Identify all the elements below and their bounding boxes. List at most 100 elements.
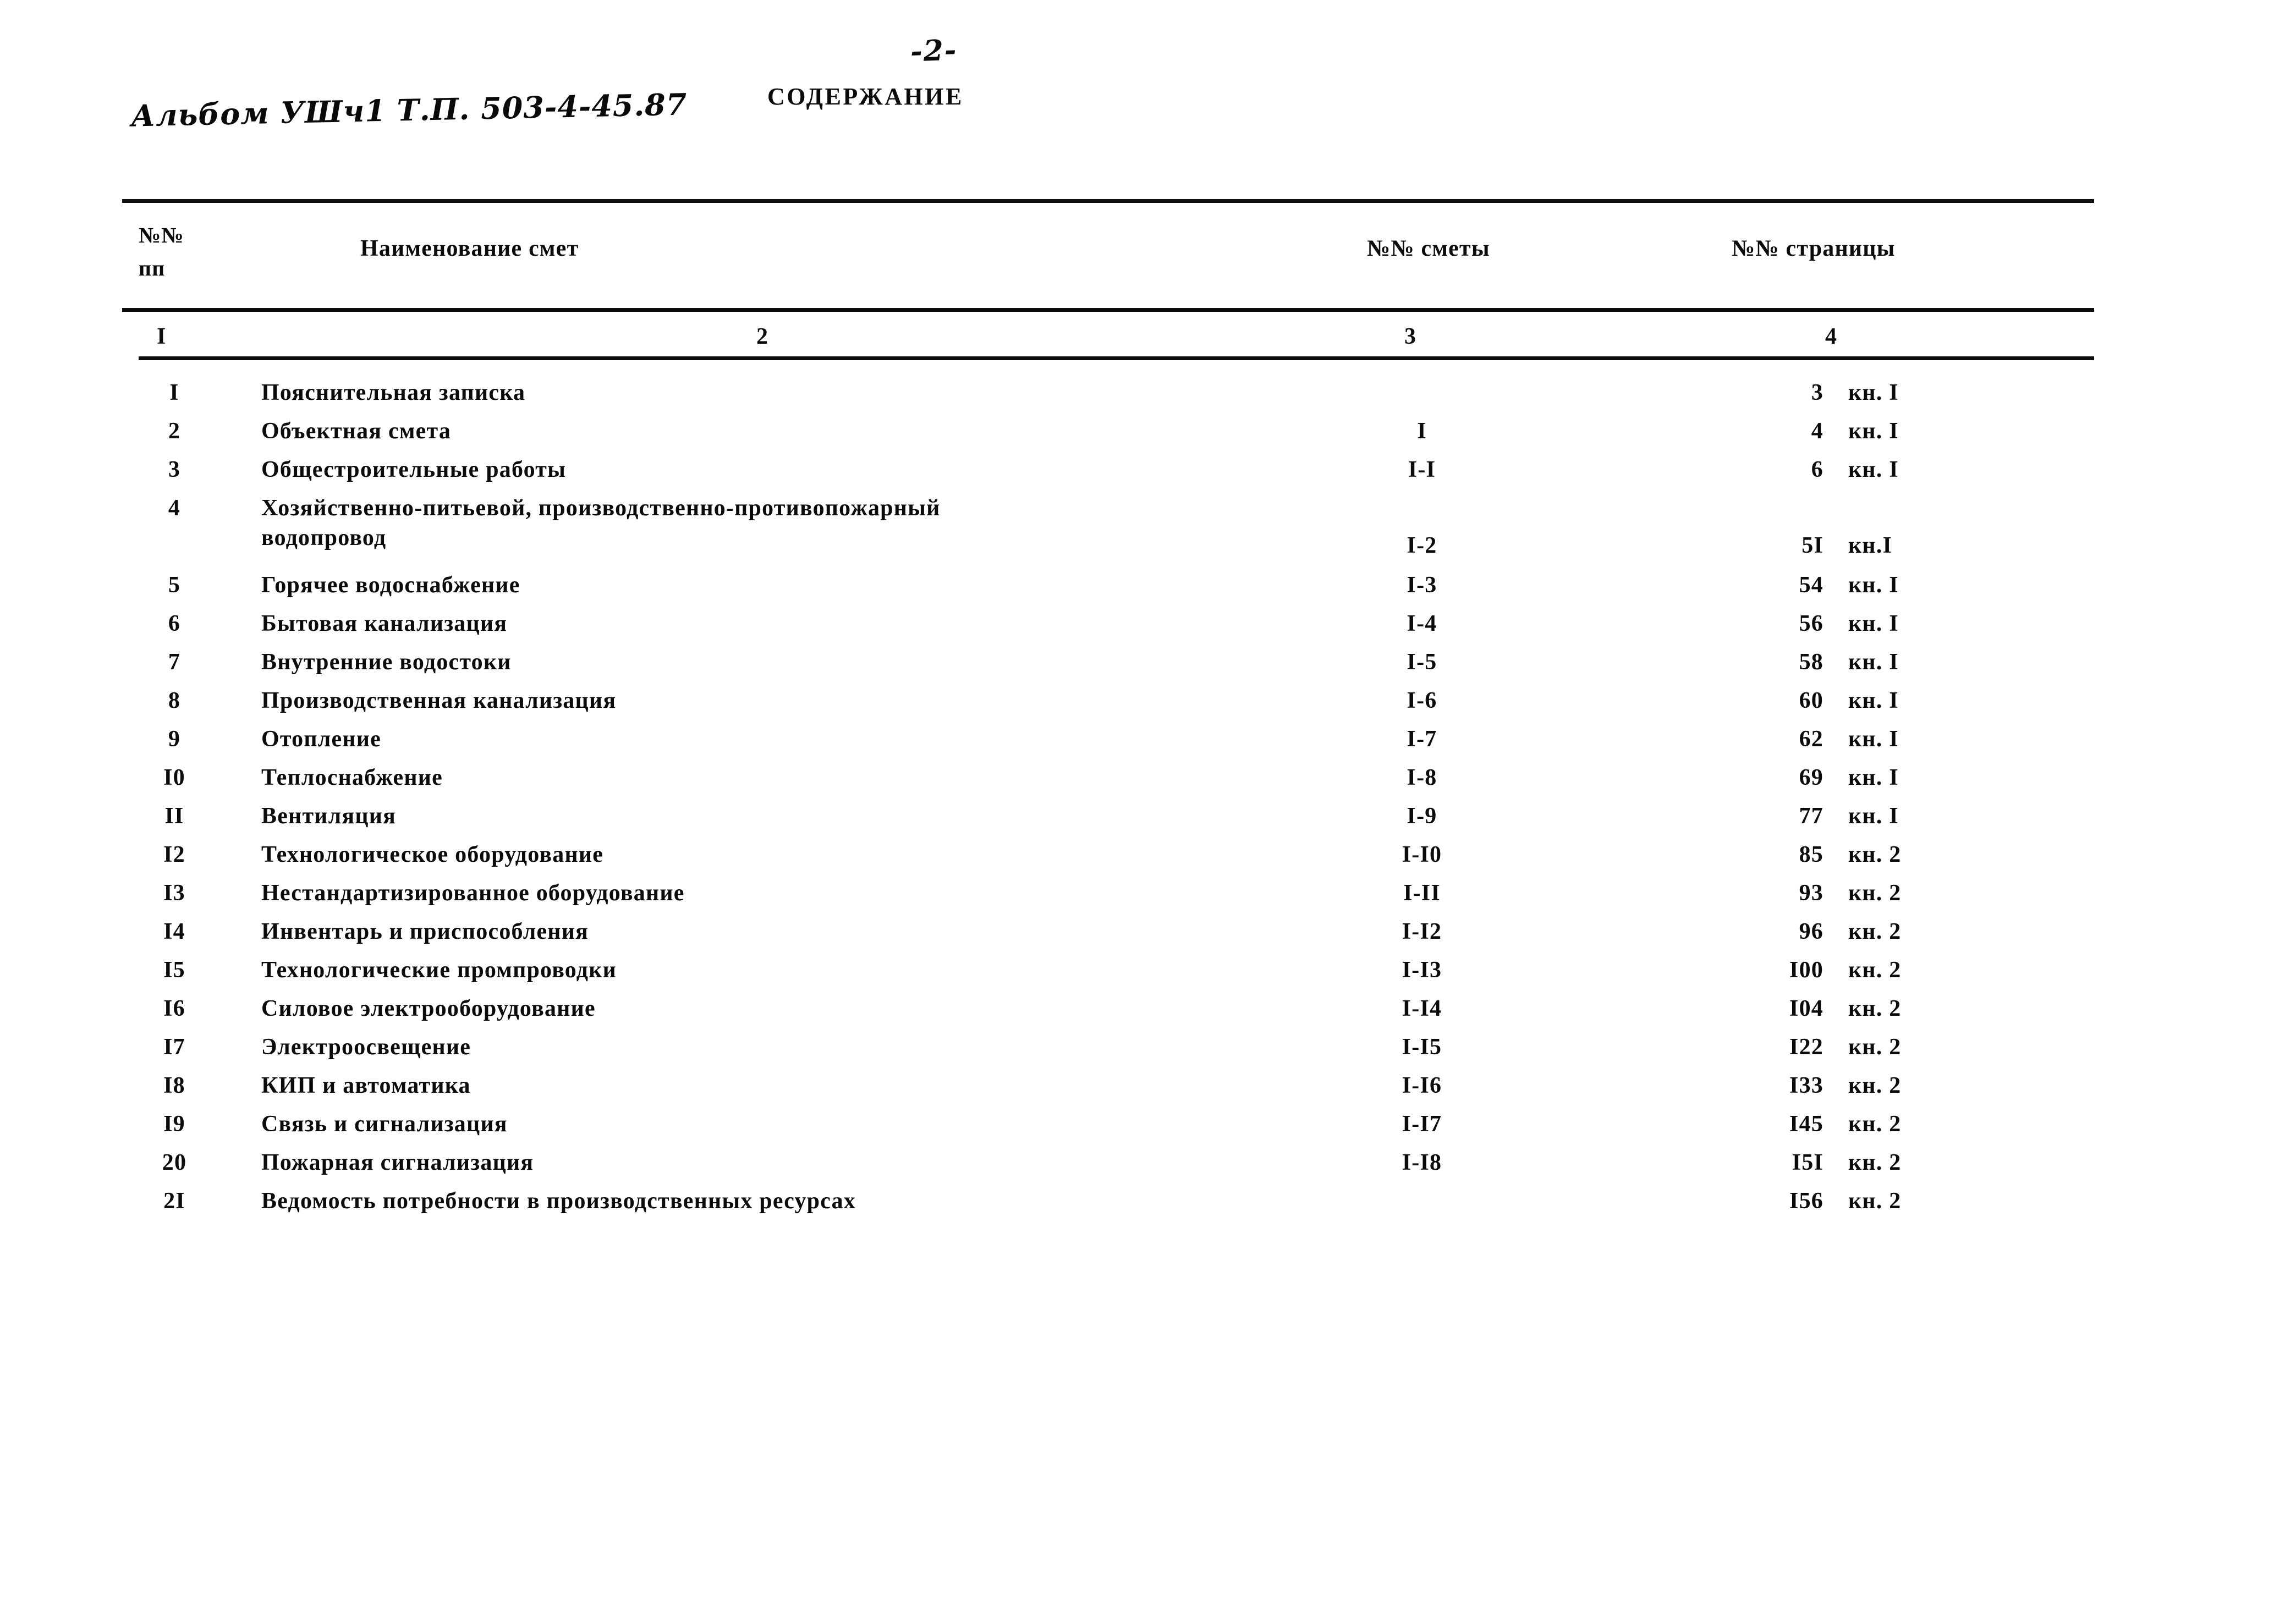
row-page-number: 56 [1799, 611, 1823, 636]
row-estimate-name: Силовое электрооборудование [261, 995, 596, 1022]
row-estimate-name-line1: Объектная смета [261, 419, 452, 444]
row-estimate-name-line1: Хозяйственно-питьевой, производственно-п… [261, 496, 941, 521]
row-estimate-number: I-8 [1407, 765, 1437, 790]
row-index: 6 [168, 611, 181, 636]
row-page-number: I5I [1792, 1150, 1823, 1175]
row-estimate-name: КИП и автоматика [261, 1072, 471, 1099]
table-row: I3 Нестандартизированное оборудование I-II… [0, 880, 2274, 918]
row-index: 8 [168, 688, 181, 713]
row-page-number: 6 [1811, 457, 1823, 482]
row-page-number: 60 [1799, 688, 1823, 713]
row-page-number: 3 [1811, 380, 1823, 405]
row-estimate-name: Отопление [261, 726, 381, 752]
row-page-number: 54 [1799, 572, 1823, 598]
row-estimate-name-line1: Внутренние водостоки [261, 649, 512, 675]
page-title: СОДЕРЖАНИЕ [767, 83, 964, 110]
row-book-number: кн. 2 [1848, 1034, 1902, 1060]
table-row: 20 Пожарная сигнализация I-I8 I5I кн. 2 [0, 1149, 2274, 1188]
row-estimate-name: Бытовая канализация [261, 610, 507, 637]
row-estimate-name: Общестроительные работы [261, 456, 566, 483]
row-page-number: 4 [1811, 419, 1823, 444]
row-index: 2 [168, 419, 181, 444]
row-book-number: кн. I [1848, 380, 1899, 405]
row-page-number: 58 [1799, 649, 1823, 675]
table-rule-top [122, 199, 2094, 203]
row-estimate-number: I-9 [1407, 803, 1437, 829]
column-index-2: 2 [756, 324, 769, 349]
row-index: I8 [163, 1073, 185, 1098]
row-estimate-name: Инвентарь и приспособления [261, 918, 589, 945]
row-page-number: I22 [1789, 1034, 1823, 1060]
row-estimate-number: I-I5 [1402, 1034, 1442, 1060]
row-estimate-number: I-I0 [1402, 842, 1442, 867]
row-book-number: кн. 2 [1848, 996, 1902, 1021]
row-book-number: кн. 2 [1848, 1150, 1902, 1175]
row-book-number: кн. 2 [1848, 880, 1902, 906]
row-estimate-name-line1: Пояснительная записка [261, 380, 526, 405]
table-row: I8 КИП и автоматика I-I6 I33 кн. 2 [0, 1072, 2274, 1111]
row-estimate-name-line1: Инвентарь и приспособления [261, 919, 589, 944]
row-estimate-name-line1: Связь и сигнализация [261, 1111, 508, 1137]
table-row: I Пояснительная записка 3 кн. I [0, 379, 2274, 418]
row-book-number: кн. 2 [1848, 842, 1902, 867]
row-book-number: кн. 2 [1848, 919, 1902, 944]
column-index-1: I [157, 324, 167, 349]
row-book-number: кн. I [1848, 572, 1899, 598]
row-estimate-number: I-I [1408, 457, 1436, 482]
row-index: I0 [163, 765, 185, 790]
table-row: I5 Технологические промпроводки I-I3 I00 кн.… [0, 957, 2274, 995]
row-estimate-name-line1: Горячее водоснабжение [261, 572, 520, 598]
row-index: I5 [163, 957, 185, 983]
table-header-page-number: №№ страницы [1732, 236, 1896, 261]
row-estimate-number: I-I3 [1402, 957, 1442, 983]
table-row: I6 Силовое электрооборудование I-I4 I04 кн. … [0, 995, 2274, 1034]
row-book-number: кн. 2 [1848, 957, 1902, 983]
row-index: 2I [163, 1188, 185, 1214]
row-estimate-name-line1: Отопление [261, 726, 381, 752]
row-index: 20 [162, 1150, 187, 1175]
row-estimate-number: I-I6 [1402, 1073, 1442, 1098]
row-page-number: 77 [1799, 803, 1823, 829]
column-index-3: 3 [1404, 324, 1417, 349]
row-estimate-name: Внутренние водостоки [261, 649, 512, 675]
table-row: 2I Ведомость потребности в производственн… [0, 1188, 2274, 1226]
row-book-number: кн.I [1848, 533, 1893, 558]
row-estimate-name-line1: Пожарная сигнализация [261, 1150, 534, 1175]
row-index: I4 [163, 919, 185, 944]
row-estimate-number: I-I2 [1402, 919, 1442, 944]
row-book-number: кн. I [1848, 649, 1899, 675]
row-index: I2 [163, 842, 185, 867]
row-estimate-name: Электроосвещение [261, 1034, 471, 1060]
row-estimate-name-line1: Ведомость потребности в производственных… [261, 1188, 856, 1214]
row-estimate-name-line2: водопровод [261, 525, 387, 550]
table-header-number-line2: пп [139, 256, 166, 280]
row-estimate-name: Хозяйственно-питьевой, производственно-п… [261, 495, 941, 551]
row-estimate-number: I-2 [1407, 533, 1437, 558]
row-index: I6 [163, 996, 185, 1021]
row-estimate-number: I-I4 [1402, 996, 1442, 1021]
row-index: I [169, 380, 179, 405]
column-index-4: 4 [1825, 324, 1838, 349]
row-index: I9 [163, 1111, 185, 1137]
row-page-number: 62 [1799, 726, 1823, 752]
row-page-number: I00 [1789, 957, 1823, 983]
row-estimate-name: Объектная смета [261, 418, 451, 444]
row-page-number: I04 [1789, 996, 1823, 1021]
row-book-number: кн. 2 [1848, 1188, 1902, 1214]
row-estimate-number: I-I7 [1402, 1111, 1442, 1137]
row-book-number: кн. I [1848, 803, 1899, 829]
row-index: 4 [168, 496, 181, 521]
row-estimate-name: Технологическое оборудование [261, 841, 603, 868]
table-header-estimate-name: Наименование смет [360, 236, 579, 261]
table-row: 2 Объектная смета I 4 кн. I [0, 418, 2274, 456]
row-estimate-number: I-6 [1407, 688, 1437, 713]
table-row: I2 Технологическое оборудование I-I0 85 кн. … [0, 841, 2274, 880]
row-estimate-number: I-5 [1407, 649, 1437, 675]
row-estimate-number: I-7 [1407, 726, 1437, 752]
row-page-number: I45 [1789, 1111, 1823, 1137]
row-book-number: кн. 2 [1848, 1073, 1902, 1098]
table-row: 4 Хозяйственно-питьевой, производственно-… [0, 495, 2274, 572]
row-estimate-name: Технологические промпроводки [261, 957, 617, 983]
table-row: I7 Электроосвещение I-I5 I22 кн. 2 [0, 1034, 2274, 1072]
row-estimate-name: Нестандартизированное оборудование [261, 880, 685, 906]
